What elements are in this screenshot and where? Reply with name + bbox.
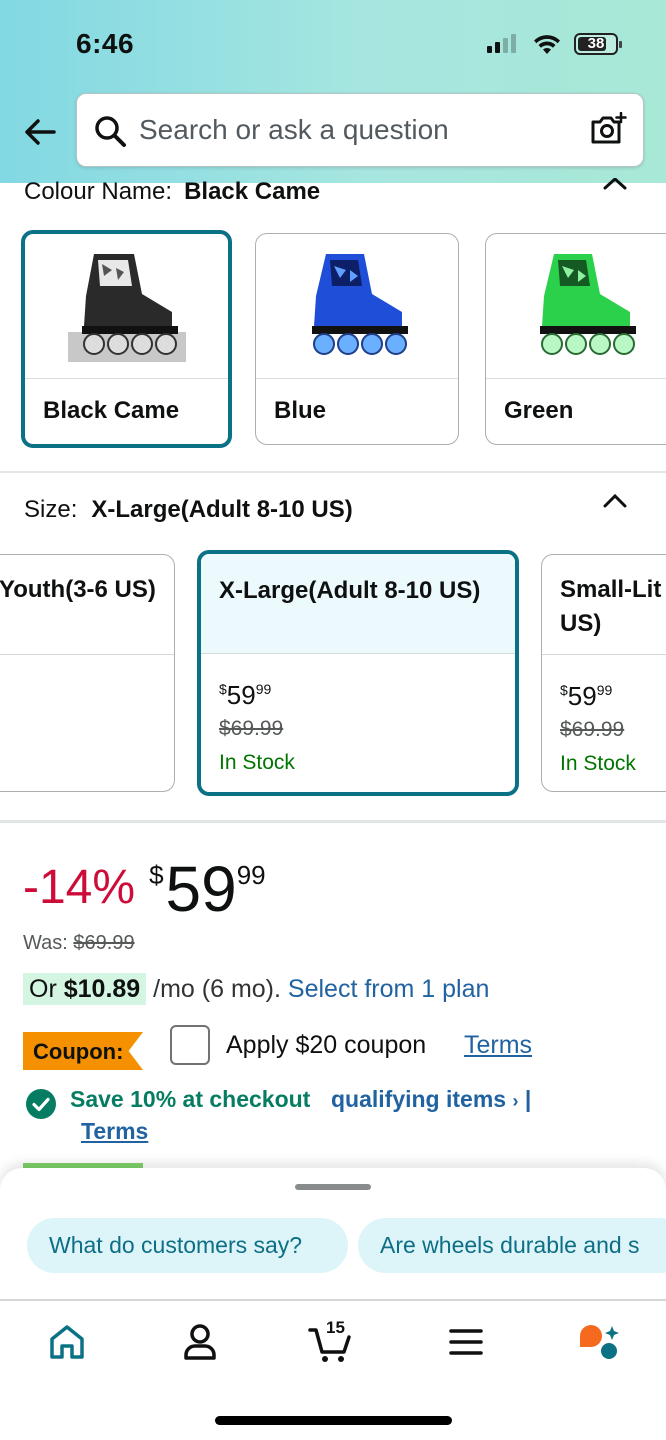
was-label: Was:	[23, 932, 68, 954]
size-option-price: $5999 $69.99 In Stock	[542, 655, 666, 781]
header: 6:46 38	[0, 0, 666, 183]
skate-image-black	[25, 234, 228, 379]
divider	[0, 471, 666, 473]
price-whole: 59	[567, 681, 597, 711]
currency-symbol: $	[149, 860, 164, 890]
apply-coupon-text[interactable]: Apply $20 coupon	[226, 1031, 426, 1060]
chevron-up-icon[interactable]	[600, 490, 630, 510]
suggestion-chip[interactable]: Are wheels durable and s	[358, 1218, 666, 1273]
price-fraction: 99	[255, 681, 272, 697]
was-price: $69.99	[73, 932, 135, 954]
qualifying-items-link[interactable]: qualifying items › |	[331, 1086, 531, 1113]
sheet-grabber[interactable]	[295, 1184, 371, 1190]
wifi-icon	[534, 35, 560, 54]
divider	[0, 820, 666, 823]
chevron-up-icon[interactable]	[600, 178, 630, 190]
promo-terms-link[interactable]: Terms	[81, 1118, 148, 1145]
currency-symbol: $	[560, 682, 568, 698]
camera-icon[interactable]	[589, 112, 627, 148]
status-time: 6:46	[76, 28, 135, 59]
menu-icon[interactable]	[442, 1318, 490, 1366]
colour-option-label: Black Came	[43, 397, 180, 424]
size-option-youth[interactable]: Youth(3-6 US)	[0, 554, 175, 792]
qualifying-items-label: qualifying items	[331, 1086, 507, 1112]
colour-name-label: Colour Name:	[24, 178, 173, 205]
installment-terms: /mo (6 mo).	[153, 975, 281, 1003]
installment-amount: $10.89	[63, 975, 141, 1003]
colour-option-label: Green	[504, 397, 574, 424]
discount-percent: -14%	[23, 861, 136, 914]
search-icon	[95, 116, 126, 147]
skate-image-green	[486, 234, 666, 379]
price-whole: 59	[226, 680, 256, 710]
currency-symbol: $	[219, 681, 227, 697]
size-option-small[interactable]: Small-Lit US) $5999 $69.99 In Stock	[541, 554, 666, 792]
size-label: Size:	[24, 496, 78, 523]
size-option-label: Small-Lit US)	[542, 555, 666, 655]
battery-level: 38	[587, 35, 605, 52]
suggestion-chip[interactable]: What do customers say?	[27, 1218, 348, 1273]
coupon-terms-link[interactable]: Terms	[464, 1031, 532, 1060]
promo-separator: |	[524, 1086, 532, 1112]
installment-or: Or	[29, 975, 57, 1003]
inline-skate-icon	[312, 254, 408, 355]
size-option-price: $5999 $69.99 In Stock	[201, 654, 515, 780]
price-block: -14% $5999	[23, 852, 266, 926]
search-input[interactable]	[139, 108, 559, 152]
size-option-label-line: US)	[560, 610, 602, 637]
back-arrow-icon[interactable]	[20, 112, 60, 152]
was-price-row: Was: $69.99	[23, 932, 135, 955]
rufus-icon[interactable]	[576, 1318, 624, 1366]
stock-status: In Stock	[560, 752, 636, 775]
size-option-label: Youth(3-6 US)	[0, 555, 174, 655]
apply-coupon-checkbox[interactable]	[170, 1025, 210, 1065]
installment-row: Or $10.89 /mo (6 mo). Select from 1 plan	[23, 973, 490, 1005]
colour-name-row: Colour Name: Black Came	[24, 178, 320, 206]
was-price: $69.99	[219, 717, 284, 740]
was-price: $69.99	[560, 718, 625, 741]
installment-pill: Or $10.89	[23, 973, 147, 1005]
home-indicator	[215, 1416, 452, 1425]
size-option-label-line: Small-Lit	[560, 576, 662, 603]
skate-image-blue	[256, 234, 458, 379]
size-row: Size: X-Large(Adult 8-10 US)	[24, 496, 353, 524]
home-icon[interactable]	[43, 1318, 91, 1366]
price-fraction: 99	[596, 682, 613, 698]
colour-option-label: Blue	[274, 397, 327, 424]
colour-option-black-came[interactable]: Black Came	[21, 230, 232, 448]
account-icon[interactable]	[176, 1318, 224, 1366]
promo-save-text: Save 10% at checkout	[70, 1086, 311, 1112]
cellular-signal-icon	[487, 34, 516, 53]
price-whole: 59	[165, 853, 237, 925]
battery-icon: 38	[574, 33, 622, 55]
inline-skate-icon	[540, 254, 636, 355]
coupon-label: Coupon:	[33, 1039, 124, 1064]
stock-status: In Stock	[219, 751, 295, 774]
size-option-x-large[interactable]: X-Large(Adult 8-10 US) $5999 $69.99 In S…	[197, 550, 519, 796]
colour-option-blue[interactable]: Blue	[255, 233, 459, 445]
chevron-right-icon: ›	[512, 1091, 519, 1111]
select-plan-link[interactable]: Select from 1 plan	[288, 975, 490, 1003]
size-value: X-Large(Adult 8-10 US)	[91, 496, 353, 523]
check-circle-icon	[26, 1089, 56, 1119]
inline-skate-icon	[67, 254, 186, 362]
size-option-label: X-Large(Adult 8-10 US)	[201, 554, 515, 654]
price-fraction: 99	[236, 860, 266, 890]
search-bar[interactable]	[76, 93, 644, 167]
colour-name-value: Black Came	[184, 178, 321, 205]
coupon-badge: Coupon:	[23, 1032, 143, 1070]
colour-option-green[interactable]: Green	[485, 233, 666, 445]
product-page: 6:46 38 Search or ask a question Colour …	[0, 0, 666, 1440]
cart-count: 15	[326, 1318, 345, 1337]
